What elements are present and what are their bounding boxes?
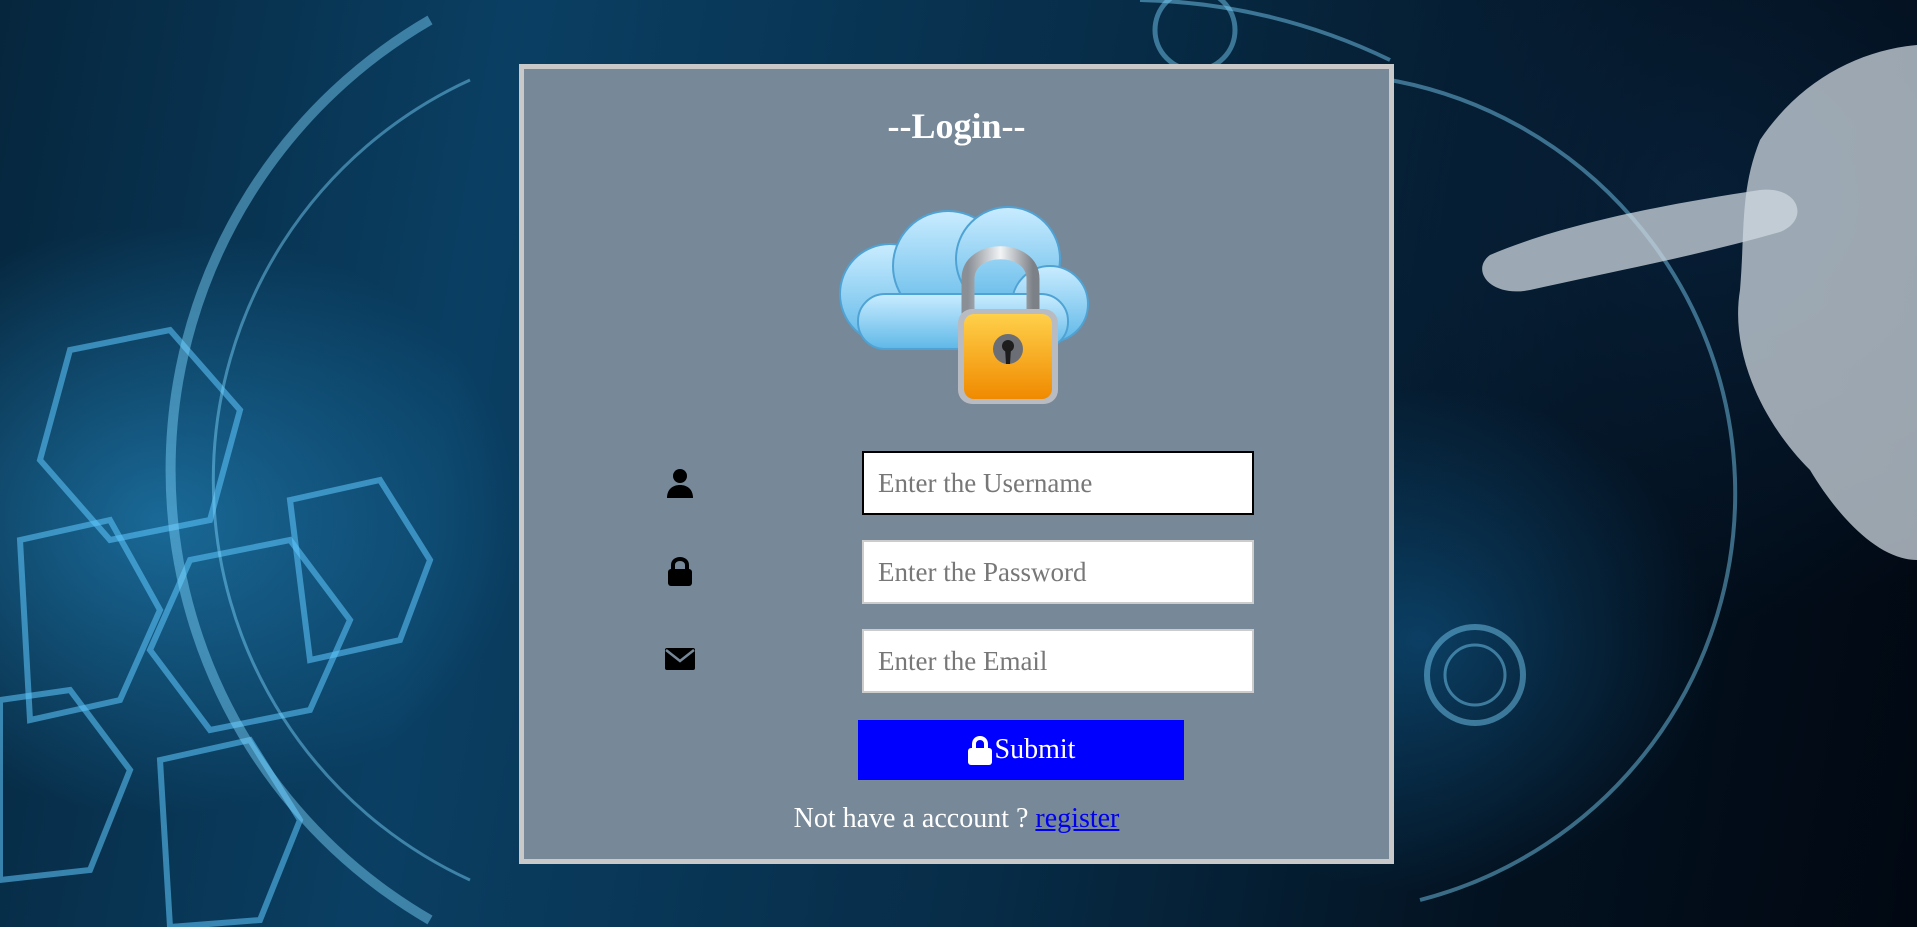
submit-button[interactable]: Submit bbox=[858, 720, 1184, 780]
lock-icon bbox=[664, 555, 696, 587]
page-title: --Login-- bbox=[887, 106, 1026, 146]
password-input[interactable] bbox=[862, 540, 1254, 604]
register-link[interactable]: register bbox=[1035, 803, 1119, 834]
cloud-padlock-icon bbox=[839, 206, 1089, 404]
username-input[interactable] bbox=[862, 451, 1254, 515]
register-prompt: Not have a account ? register bbox=[524, 803, 1389, 835]
footer-text: Not have a account ? bbox=[793, 803, 1029, 834]
submit-label: Submit bbox=[994, 734, 1076, 765]
email-input[interactable] bbox=[862, 629, 1254, 693]
lock-icon bbox=[967, 735, 993, 765]
login-card: --Login-- Enter the Username Enter the E… bbox=[519, 64, 1394, 864]
user-icon bbox=[664, 467, 696, 499]
envelope-icon bbox=[664, 643, 696, 675]
